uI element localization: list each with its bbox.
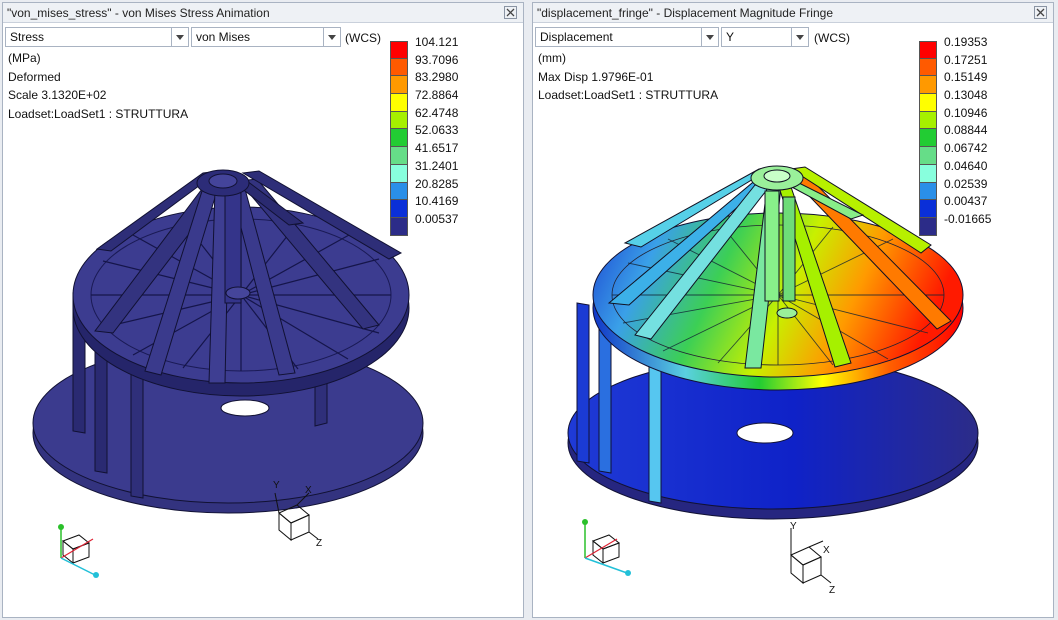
center-hole (776, 307, 798, 319)
view-cube-z-label: Z (829, 585, 835, 596)
top-hub-hole (763, 169, 791, 183)
leg (598, 322, 612, 474)
center-hole (225, 286, 251, 300)
stress-window[interactable]: "von_mises_stress" - von Mises Stress An… (2, 2, 524, 618)
coordinate-triad-icon (582, 519, 631, 576)
model-viewport[interactable]: Y X Z (3, 3, 524, 618)
view-cube-x-label: X (305, 485, 312, 496)
model-viewport[interactable]: Y X Z (533, 3, 1054, 618)
center-post (224, 192, 242, 304)
view-cube-y-label: Y (790, 521, 797, 532)
center-post (782, 196, 796, 302)
top-hub-hole (208, 173, 238, 189)
view-cube-y-label: Y (273, 480, 280, 491)
view-cube-z-label: Z (316, 538, 322, 549)
view-cube-x-label: X (823, 545, 830, 556)
base-hole (736, 422, 794, 444)
coordinate-triad-icon (58, 524, 99, 578)
base-hole (220, 399, 270, 417)
leg (576, 302, 590, 464)
center-post (764, 190, 780, 302)
displacement-window[interactable]: "displacement_fringe" - Displacement Mag… (532, 2, 1054, 618)
